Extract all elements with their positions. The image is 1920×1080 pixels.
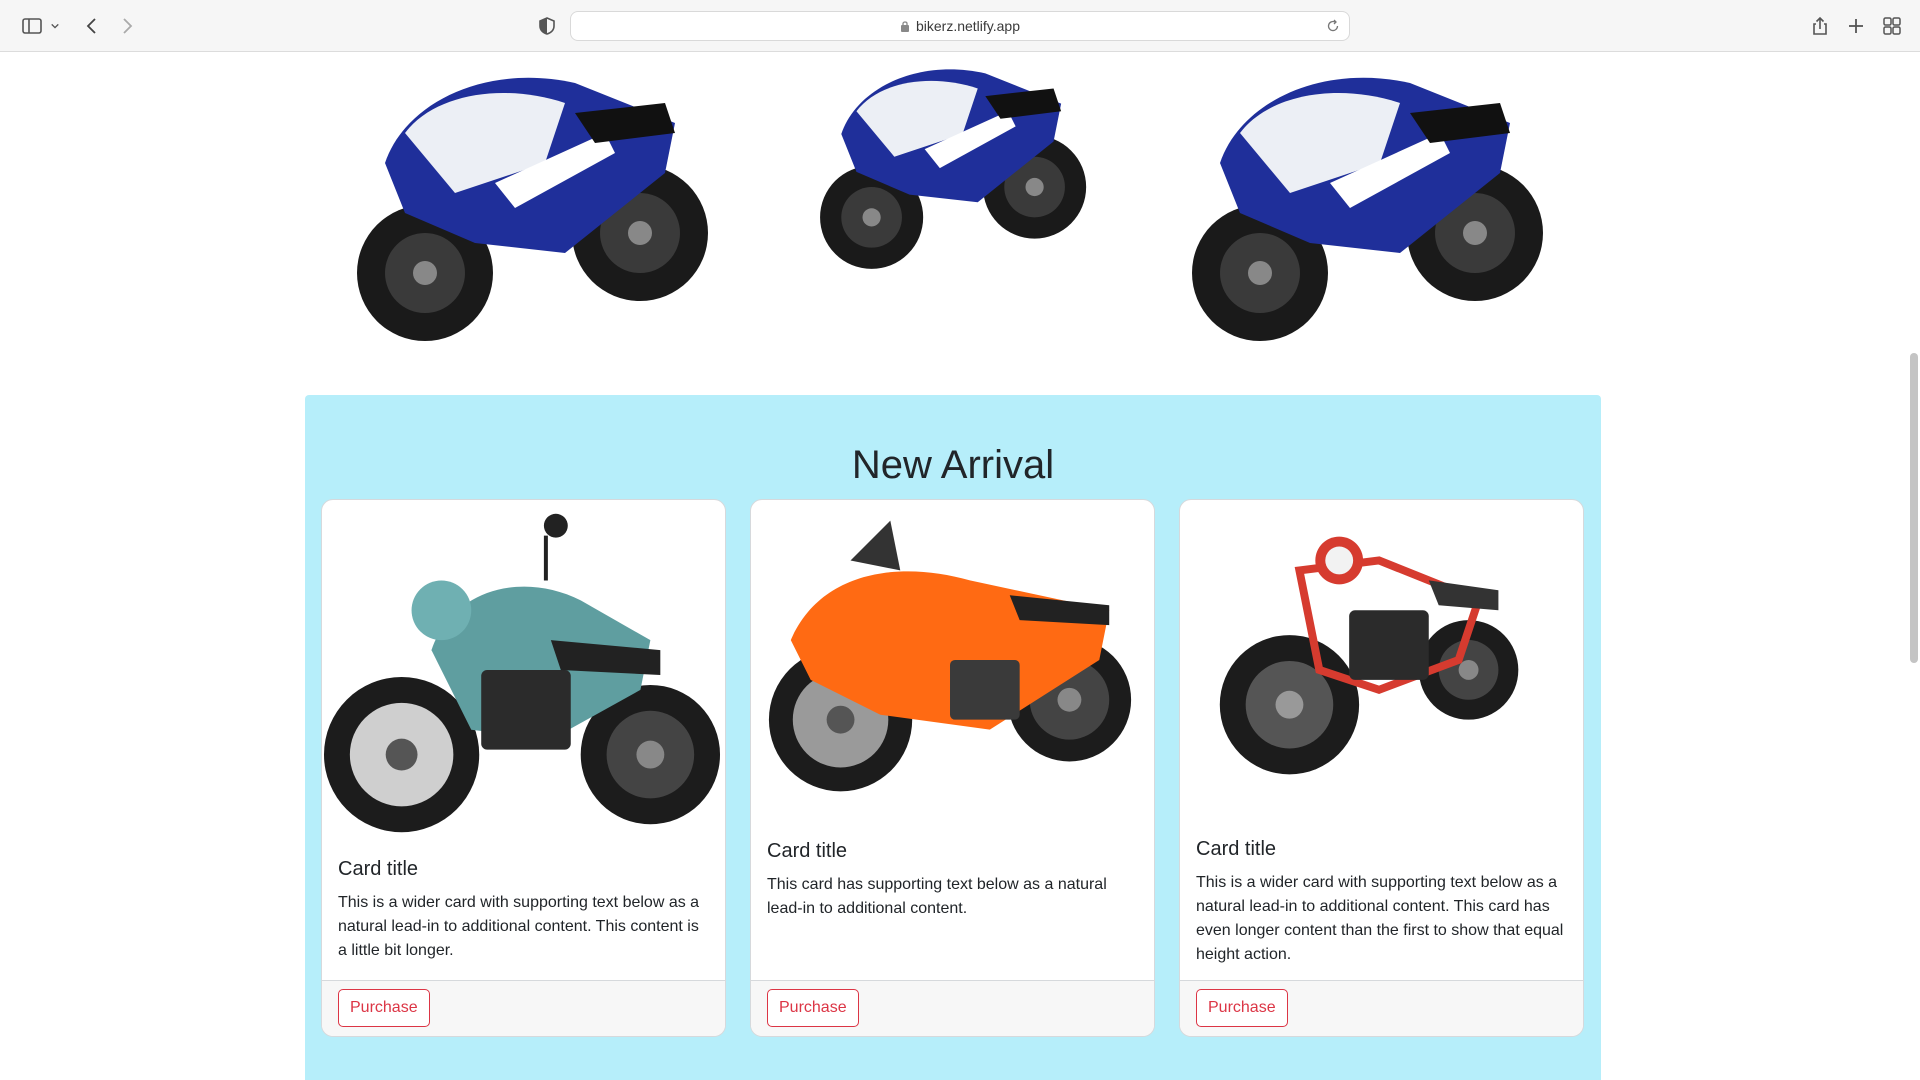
card-footer: Purchase xyxy=(322,980,725,1036)
hero-bike-image xyxy=(357,77,708,341)
lock-icon xyxy=(900,21,909,32)
new-arrival-section: New Arrival Card title This is a wider c… xyxy=(305,395,1601,1080)
card-text: This card has supporting text below as a… xyxy=(767,876,1107,917)
card-bike-image xyxy=(1219,536,1519,775)
hero-bike-image xyxy=(820,69,1087,269)
tab-overview-icon[interactable] xyxy=(1878,12,1906,40)
url-text: bikerz.netlify.app xyxy=(915,18,1020,34)
product-card: Card title This is a wider card with sup… xyxy=(321,499,726,1037)
card-bike-image xyxy=(323,513,721,833)
card-title: Card title xyxy=(1196,838,1277,860)
new-tab-icon[interactable] xyxy=(1842,12,1870,40)
card-text: This is a wider card with supporting tex… xyxy=(338,894,700,959)
card-body: Card title This is a wider card with sup… xyxy=(1196,838,1567,967)
purchase-button[interactable]: Purchase xyxy=(767,989,859,1027)
card-body: Card title This is a wider card with sup… xyxy=(338,858,709,963)
card-bike-image xyxy=(768,520,1132,792)
product-card: Card title This is a wider card with sup… xyxy=(1179,499,1584,1037)
address-bar[interactable]: bikerz.netlify.app xyxy=(570,11,1350,41)
card-footer: Purchase xyxy=(1180,980,1583,1036)
page-viewport: New Arrival Card title This is a wider c… xyxy=(0,53,1920,1080)
privacy-shield-icon[interactable] xyxy=(533,12,561,40)
card-body: Card title This card has supporting text… xyxy=(767,840,1138,921)
section-title: New Arrival xyxy=(851,443,1055,487)
reload-icon[interactable] xyxy=(1325,18,1341,34)
browser-toolbar: bikerz.netlify.app xyxy=(0,0,1920,52)
card-title: Card title xyxy=(338,858,419,880)
chevron-down-icon[interactable] xyxy=(46,12,64,40)
purchase-button[interactable]: Purchase xyxy=(1196,989,1288,1027)
product-card: Card title This card has supporting text… xyxy=(750,499,1155,1037)
card-text: This is a wider card with supporting tex… xyxy=(1196,874,1564,963)
card-title: Card title xyxy=(767,840,848,862)
page-scrollbar[interactable] xyxy=(1910,353,1918,663)
sidebar-toggle-icon[interactable] xyxy=(18,12,46,40)
purchase-button[interactable]: Purchase xyxy=(338,989,430,1027)
forward-icon[interactable] xyxy=(113,12,141,40)
share-icon[interactable] xyxy=(1806,12,1834,40)
back-icon[interactable] xyxy=(78,12,106,40)
card-footer: Purchase xyxy=(751,980,1154,1036)
hero-bike-image xyxy=(1192,77,1543,341)
